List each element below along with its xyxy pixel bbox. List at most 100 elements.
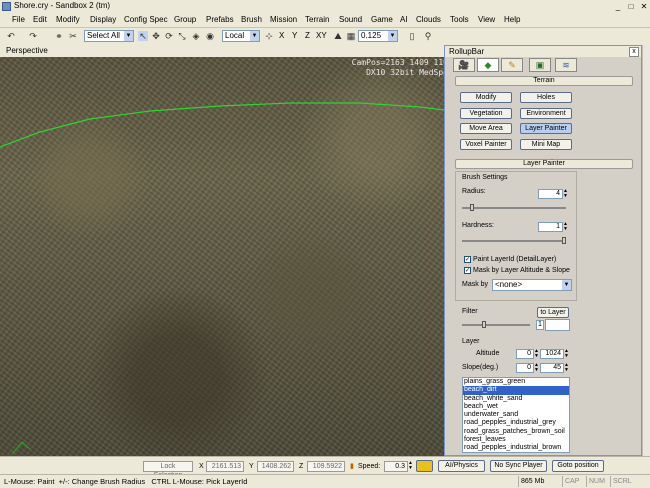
radius-slider-track[interactable] <box>462 207 566 209</box>
restore-button[interactable]: □ <box>625 1 637 12</box>
filter-value[interactable]: 1 <box>536 320 544 330</box>
lock-selection-button[interactable]: Lock Selection <box>143 461 193 479</box>
mask-altitude-checkbox[interactable]: ✓ <box>464 267 471 274</box>
snap-size-combo[interactable]: 0.125 ▼ <box>358 30 398 42</box>
game-mode-icon[interactable] <box>416 460 433 472</box>
link-icon[interactable]: ⚭ <box>54 31 64 41</box>
slope-max-spinner-icon[interactable]: ▲ ▼ <box>564 363 569 373</box>
object-snap-icon[interactable]: ◉ <box>205 31 215 41</box>
radius-slider-thumb[interactable] <box>470 204 474 211</box>
axis-xy-button[interactable]: XY <box>316 31 327 40</box>
selection-mask-combo[interactable]: Select All ▼ <box>84 30 134 42</box>
move-icon[interactable]: ✥ <box>151 31 161 41</box>
menu-display[interactable]: Display <box>90 15 116 24</box>
filter-slider-thumb[interactable] <box>482 321 486 328</box>
coordinate-system-combo[interactable]: Local ▼ <box>222 30 260 42</box>
scale-icon[interactable]: ⤡ <box>177 31 187 41</box>
hardness-spinner-icon[interactable]: ▲ ▼ <box>563 222 568 232</box>
menu-terrain[interactable]: Terrain <box>305 15 329 24</box>
mini-map-button[interactable]: Mini Map <box>520 139 572 150</box>
altitude-min-spinner-icon[interactable]: ▲ ▼ <box>534 349 539 359</box>
list-item[interactable]: road_pepples_industrial_grey <box>463 419 569 427</box>
minimize-button[interactable]: _ <box>612 1 624 12</box>
tab-layers-icon[interactable]: ≋ <box>555 58 577 72</box>
altitude-min-input[interactable]: 0 <box>516 349 534 359</box>
pin-icon[interactable]: ⚲ <box>423 31 433 41</box>
menu-brush[interactable]: Brush <box>241 15 262 24</box>
menu-tools[interactable]: Tools <box>450 15 469 24</box>
menu-mission[interactable]: Mission <box>270 15 297 24</box>
to-layer-button[interactable]: to Layer <box>537 307 569 318</box>
tab-display-icon[interactable]: ▣ <box>529 58 551 72</box>
list-item[interactable]: plains_grass_green <box>463 378 569 386</box>
terrain-snap-icon[interactable]: ◈ <box>191 31 201 41</box>
perspective-viewport[interactable]: CamPos=2163 1409 110 DX10 32bit MedSpe <box>0 57 444 456</box>
layer-icon[interactable]: ▯ <box>407 31 417 41</box>
list-item[interactable]: beach_white_sand <box>463 395 569 403</box>
slope-min-input[interactable]: 0 <box>516 363 534 373</box>
tab-modelling-icon[interactable]: ✎ <box>501 58 523 72</box>
environment-button[interactable]: Environment <box>520 108 572 119</box>
radius-input[interactable]: 4 <box>538 189 563 199</box>
redo-icon[interactable]: ↷ <box>28 31 38 41</box>
no-sync-player-button[interactable]: No Sync Player <box>490 460 547 472</box>
menu-file[interactable]: File <box>12 15 25 24</box>
menu-sound[interactable]: Sound <box>339 15 362 24</box>
altitude-max-input[interactable]: 1024 <box>540 349 564 359</box>
axis-constraint-icon[interactable]: ⊹ <box>264 31 274 41</box>
grid-snap-icon[interactable]: ▦ <box>346 31 356 41</box>
hardness-input[interactable]: 1 <box>538 222 563 232</box>
menu-help[interactable]: Help <box>504 15 520 24</box>
tab-objects-icon[interactable]: 🎥 <box>453 58 475 72</box>
slope-min-spinner-icon[interactable]: ▲ ▼ <box>534 363 539 373</box>
menu-view[interactable]: View <box>478 15 495 24</box>
rotate-icon[interactable]: ⟳ <box>164 31 174 41</box>
layer-painter-button[interactable]: Layer Painter <box>520 123 572 134</box>
viewport-title[interactable]: Perspective <box>6 46 48 55</box>
x-coordinate-field[interactable]: 2161.513 <box>206 461 244 472</box>
holes-button[interactable]: Holes <box>520 92 572 103</box>
close-button[interactable]: ✕ <box>638 1 650 12</box>
z-coordinate-field[interactable]: 109.5922 <box>307 461 345 472</box>
list-item[interactable]: road_pepples_industrial_brown <box>463 444 569 452</box>
terrain-section-header[interactable]: Terrain <box>455 76 633 86</box>
undo-icon[interactable]: ↶ <box>6 31 16 41</box>
slope-max-input[interactable]: 45 <box>540 363 564 373</box>
menu-prefabs[interactable]: Prefabs <box>206 15 234 24</box>
menu-config-spec[interactable]: Config Spec <box>124 15 168 24</box>
hardness-slider-thumb[interactable] <box>562 237 566 244</box>
layer-painter-section-header[interactable]: Layer Painter <box>455 159 633 169</box>
speed-input[interactable]: 0.3 <box>384 461 408 472</box>
select-pointer-icon[interactable]: ↖ <box>138 31 148 41</box>
menu-ai[interactable]: AI <box>400 15 408 24</box>
altitude-max-spinner-icon[interactable]: ▲ ▼ <box>564 349 569 359</box>
list-item[interactable]: road_grass_patches_brown_soil <box>463 428 569 436</box>
axis-x-button[interactable]: X <box>279 31 284 40</box>
paint-layerid-checkbox[interactable]: ✓ <box>464 256 471 263</box>
layer-list[interactable]: plains_grass_green beach_dirt beach_whit… <box>462 377 570 453</box>
speed-spinner-icon[interactable]: ▲ ▼ <box>408 461 413 471</box>
mask-by-combo[interactable]: <none> ▼ <box>492 279 572 291</box>
filter-color-swatch[interactable] <box>545 319 570 331</box>
voxel-painter-button[interactable]: Voxel Painter <box>460 139 512 150</box>
axis-z-button[interactable]: Z <box>305 31 310 40</box>
list-item[interactable]: underwater_sand <box>463 411 569 419</box>
ai-physics-button[interactable]: AI/Physics <box>438 460 485 472</box>
hardness-slider-track[interactable] <box>462 240 566 242</box>
axis-y-button[interactable]: Y <box>292 31 297 40</box>
tab-terrain-icon[interactable]: ◆ <box>477 58 499 72</box>
move-area-button[interactable]: Move Area <box>460 123 512 134</box>
goto-position-button[interactable]: Goto position <box>552 460 604 472</box>
list-item-selected[interactable]: beach_dirt <box>463 386 569 395</box>
menu-edit[interactable]: Edit <box>33 15 47 24</box>
menu-clouds[interactable]: Clouds <box>416 15 441 24</box>
list-item[interactable]: beach_wet <box>463 403 569 411</box>
y-coordinate-field[interactable]: 1408.262 <box>257 461 294 472</box>
close-icon[interactable]: x <box>629 47 639 57</box>
menu-modify[interactable]: Modify <box>56 15 80 24</box>
list-item[interactable]: forest_leaves <box>463 436 569 444</box>
modify-button[interactable]: Modify <box>460 92 512 103</box>
terrain-follow-icon[interactable]: ⛰ <box>333 31 343 41</box>
radius-spinner-icon[interactable]: ▲ ▼ <box>563 189 568 199</box>
menu-game[interactable]: Game <box>371 15 393 24</box>
